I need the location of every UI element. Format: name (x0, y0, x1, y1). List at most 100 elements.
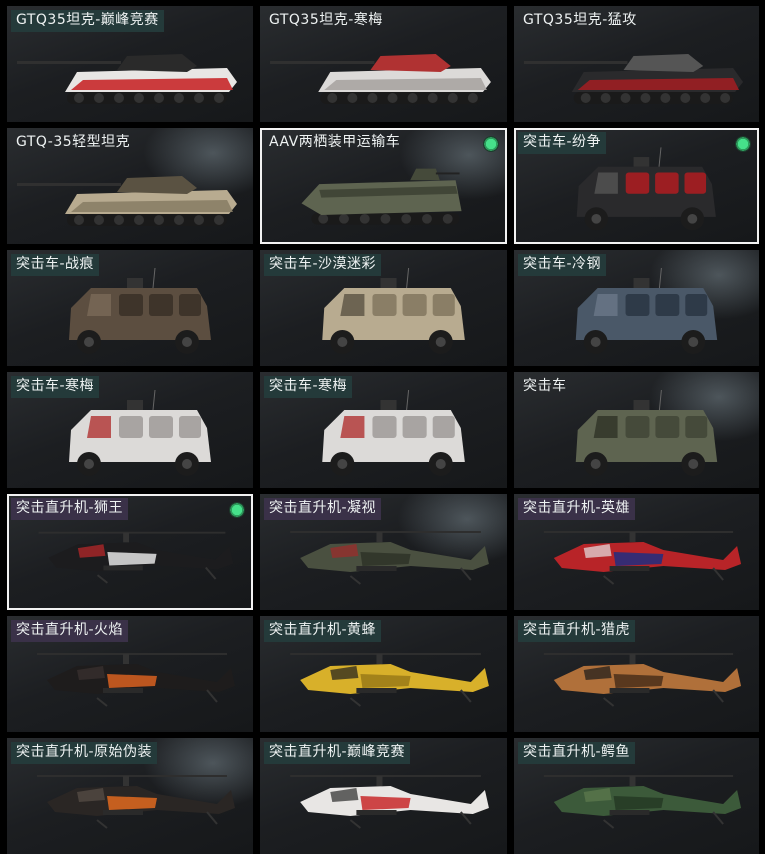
assault-vehicle-hub (590, 337, 601, 347)
assault-vehicle-hub (435, 459, 446, 469)
vehicle-card[interactable]: 突击直升机-鳄鱼 (514, 738, 759, 854)
equipped-indicator-icon (735, 136, 751, 152)
assault-vehicle-antenna (658, 267, 662, 289)
helicopter-mast (376, 776, 383, 786)
helicopter-livery (613, 674, 664, 688)
assault-vehicle-door (684, 172, 707, 194)
vehicle-card[interactable]: 突击车-纷争 (514, 128, 759, 244)
assault-vehicle-antenna (658, 389, 662, 411)
assault-vehicle-door (655, 416, 680, 438)
vehicle-card[interactable]: GTQ-35轻型坦克 (7, 128, 253, 244)
vehicle-card[interactable]: 突击直升机-猎虎 (514, 616, 759, 732)
vehicle-card[interactable]: GTQ35坦克-猛攻 (514, 6, 759, 122)
assault-vehicle-door (685, 294, 708, 316)
aav-wheel (339, 214, 349, 224)
tank-wheel (447, 93, 458, 103)
assault-vehicle-antenna (152, 267, 156, 289)
vehicle-name-label: AAV两栖装甲运输车 (269, 134, 401, 150)
assault-vehicle-door (119, 294, 143, 316)
tank-illustration (523, 54, 744, 104)
assault-vehicle-door (655, 172, 679, 194)
vehicle-card[interactable]: 突击车-战痕 (7, 250, 253, 366)
assault-vehicle-window (593, 294, 618, 316)
helicopter-gear (603, 697, 615, 707)
tank-illustration (270, 54, 491, 104)
tank-barrel (17, 61, 121, 64)
tank-wheel (327, 93, 338, 103)
helicopter-wing (103, 810, 143, 815)
tank-wheel (680, 93, 691, 103)
helicopter-gear (603, 575, 615, 585)
tank-wheel (660, 93, 671, 103)
helicopter-illustration (543, 653, 742, 707)
vehicle-card[interactable]: 突击直升机-黄蜂 (260, 616, 507, 732)
vehicle-name-label: GTQ-35轻型坦克 (16, 134, 131, 150)
helicopter-mast (629, 776, 636, 786)
helicopter-illustration (543, 775, 742, 829)
assault-vehicle-illustration (69, 267, 211, 354)
assault-vehicle-window (593, 416, 618, 438)
assault-vehicle-door (179, 294, 201, 316)
vehicle-card[interactable]: 突击车-冷钢 (514, 250, 759, 366)
helicopter-gear (349, 819, 362, 829)
helicopter-tail-gear (206, 689, 218, 703)
vehicle-card[interactable]: 突击车-沙漠迷彩 (260, 250, 507, 366)
assault-vehicle-turret (633, 278, 650, 288)
tank-wheel (700, 93, 711, 103)
vehicle-name-label: 突击直升机-狮王 (11, 498, 129, 520)
vehicle-name-label: GTQ35坦克-猛攻 (523, 12, 637, 28)
vehicle-card[interactable]: 突击直升机-狮王 (7, 494, 253, 610)
helicopter-tail-gear (460, 689, 472, 703)
assault-vehicle-door (432, 416, 455, 438)
helicopter-mast (629, 532, 636, 542)
assault-vehicle-hub (182, 459, 192, 469)
assault-vehicle-antenna (658, 147, 662, 167)
assault-vehicle-door (685, 416, 708, 438)
aav-wheel (442, 214, 453, 224)
helicopter-tail-gear (460, 811, 472, 825)
assault-vehicle-door (625, 416, 650, 438)
tank-barrel (270, 61, 375, 64)
vehicle-card[interactable]: GTQ35坦克-巅峰竞赛 (7, 6, 253, 122)
assault-vehicle-door (119, 416, 143, 438)
aav-hull (301, 180, 462, 215)
helicopter-tail-gear (460, 567, 472, 581)
aav-wheel (380, 214, 391, 224)
helicopter-livery (107, 552, 157, 566)
assault-vehicle-hub (688, 337, 699, 347)
vehicle-name-label: 突击车-寒梅 (264, 376, 353, 398)
vehicle-card[interactable]: 突击车-寒梅 (7, 372, 253, 488)
tank-wheel (154, 215, 164, 225)
vehicle-name-label: GTQ35坦克-巅峰竞赛 (11, 10, 164, 32)
tank-wheel (640, 93, 651, 103)
helicopter-livery (107, 796, 157, 810)
assault-vehicle-door (179, 416, 201, 438)
vehicle-card[interactable]: 突击车 (514, 372, 759, 488)
tank-wheel (620, 93, 631, 103)
helicopter-illustration (37, 775, 235, 829)
assault-vehicle-door (625, 172, 650, 194)
vehicle-card[interactable]: 突击车-寒梅 (260, 372, 507, 488)
helicopter-gear (603, 819, 615, 829)
vehicle-name-label: 突击车 (523, 378, 567, 394)
helicopter-livery (360, 674, 411, 688)
helicopter-tail-gear (712, 689, 724, 703)
tank-turret (370, 54, 451, 72)
vehicle-card[interactable]: 突击直升机-火焰 (7, 616, 253, 732)
vehicle-card[interactable]: 突击直升机-原始伪装 (7, 738, 253, 854)
vehicle-name-label: 突击直升机-巅峰竞赛 (264, 742, 411, 764)
vehicle-card[interactable]: 突击直升机-英雄 (514, 494, 759, 610)
helicopter-gear (96, 574, 108, 584)
helicopter-gear (96, 697, 108, 707)
tank-wheel (467, 93, 478, 103)
vehicle-card[interactable]: GTQ35坦克-寒梅 (260, 6, 507, 122)
assault-vehicle-hub (591, 214, 602, 224)
assault-vehicle-turret (127, 400, 143, 410)
tank-illustration (17, 54, 237, 104)
tank-wheel (427, 93, 438, 103)
helicopter-mast (123, 532, 130, 543)
helicopter-livery (613, 796, 664, 810)
vehicle-card[interactable]: AAV两栖装甲运输车 (260, 128, 507, 244)
vehicle-card[interactable]: 突击直升机-巅峰竞赛 (260, 738, 507, 854)
vehicle-card[interactable]: 突击直升机-凝视 (260, 494, 507, 610)
